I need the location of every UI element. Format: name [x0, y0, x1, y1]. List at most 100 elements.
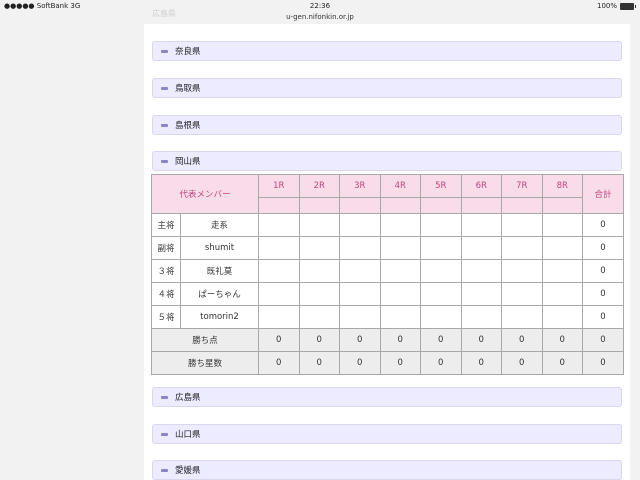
total-value: 0: [379, 351, 422, 375]
prefecture-label: 岡山県: [175, 157, 201, 167]
member-row: ５将 tomorin2 0: [151, 305, 625, 329]
status-bar: ●●●●● SoftBank 3G 22:36 100%: [0, 0, 640, 12]
collapse-icon: [161, 159, 168, 163]
member-header: 代表メンバー: [150, 174, 260, 214]
score-cell: [298, 236, 341, 260]
score-cell: [298, 213, 341, 237]
total-value: 0: [460, 328, 503, 352]
member-role: 副将: [151, 236, 181, 260]
score-cell: [339, 213, 381, 237]
member-name: ぱーちゃん: [179, 282, 260, 306]
total-value: 0: [501, 351, 543, 375]
score-cell: [379, 259, 422, 283]
member-role: ３将: [151, 259, 181, 283]
member-total: 0: [582, 213, 625, 237]
battery-percent: 100%: [596, 2, 617, 10]
score-cell: [339, 282, 381, 306]
member-rows: 主将 走系 0 副将 shumit 0 ３将 既礼莫 0 ４将 ぱーちゃん 0 ５将 tomorin2 0: [151, 213, 625, 329]
score-cell: [339, 305, 381, 329]
score-cell: [379, 236, 422, 260]
score-cell: [501, 236, 543, 260]
score-cell: [258, 236, 300, 260]
prefecture-item-shimane[interactable]: 島根県: [152, 115, 622, 135]
collapse-icon: [161, 468, 168, 472]
member-name: 走系: [179, 213, 260, 237]
round-header: 5R: [420, 174, 462, 198]
prefecture-item-okayama[interactable]: 岡山県: [152, 151, 622, 171]
round-subheader: [501, 197, 543, 214]
round-header: 8R: [541, 174, 584, 198]
score-cell: [541, 213, 584, 237]
round-subheader: [258, 197, 300, 214]
round-header: 7R: [501, 174, 543, 198]
member-name: shumit: [179, 236, 260, 260]
round-subheader: [541, 197, 584, 214]
round-subheader: [420, 197, 462, 214]
member-total: 0: [582, 236, 625, 260]
collapse-icon: [161, 49, 168, 53]
total-value: 0: [298, 328, 341, 352]
score-cell: [298, 282, 341, 306]
member-role: ５将: [151, 305, 181, 329]
prefecture-item-faded: 広島県: [152, 9, 176, 18]
member-total: 0: [582, 305, 625, 329]
member-row: 主将 走系 0: [151, 213, 625, 237]
score-cell: [501, 213, 543, 237]
score-cell: [339, 259, 381, 283]
total-value: 0: [420, 351, 462, 375]
battery-status: 100%: [596, 0, 636, 12]
total-rows: 勝ち点 0 0 0 0 0 0 0 0 0 勝ち星数 0 0 0 0 0 0 0 0 0: [150, 328, 625, 375]
score-cell: [541, 305, 584, 329]
total-label: 勝ち点: [150, 328, 260, 352]
total-value: 0: [339, 351, 381, 375]
round-header: 6R: [460, 174, 503, 198]
total-header: 合計: [582, 174, 625, 214]
grand-total: 0: [582, 351, 625, 375]
prefecture-item-yamaguchi[interactable]: 山口県: [152, 424, 622, 444]
score-cell: [460, 305, 503, 329]
score-cell: [460, 259, 503, 283]
prefecture-label: 鳥取県: [175, 84, 201, 94]
score-cell: [460, 282, 503, 306]
round-header: 2R: [298, 174, 341, 198]
member-row: ３将 既礼莫 0: [151, 259, 625, 283]
round-subheader: [298, 197, 341, 214]
round-subheader: [460, 197, 503, 214]
member-role: ４将: [151, 282, 181, 306]
prefecture-item-nara[interactable]: 奈良県: [152, 41, 622, 61]
score-cell: [501, 282, 543, 306]
total-value: 0: [339, 328, 381, 352]
grand-total: 0: [582, 328, 625, 352]
score-cell: [298, 259, 341, 283]
prefecture-item-tottori[interactable]: 鳥取県: [152, 78, 622, 98]
round-header: 4R: [379, 174, 422, 198]
score-cell: [298, 305, 341, 329]
total-row: 勝ち点 0 0 0 0 0 0 0 0 0: [150, 328, 625, 352]
score-cell: [258, 282, 300, 306]
score-cell: [420, 213, 462, 237]
collapse-icon: [161, 432, 168, 436]
member-row: 副将 shumit 0: [151, 236, 625, 260]
url-bar[interactable]: u-gen.nifonkin.or.jp: [0, 12, 640, 23]
total-value: 0: [541, 351, 584, 375]
score-cell: [420, 282, 462, 306]
score-table: 代表メンバー 1R 2R 3R 4R 5R 6R 7R 8R 合計 主将 走系 0 副…: [150, 174, 625, 375]
member-total: 0: [582, 259, 625, 283]
prefecture-label: 島根県: [175, 121, 201, 131]
total-label: 勝ち星数: [150, 351, 260, 375]
total-value: 0: [298, 351, 341, 375]
total-value: 0: [258, 351, 300, 375]
score-cell: [258, 213, 300, 237]
member-name: 既礼莫: [179, 259, 260, 283]
score-cell: [379, 282, 422, 306]
total-value: 0: [379, 328, 422, 352]
prefecture-item-ehime[interactable]: 愛媛県: [152, 460, 622, 480]
collapse-icon: [161, 86, 168, 90]
member-role: 主将: [151, 213, 181, 237]
score-cell: [541, 259, 584, 283]
battery-icon: [620, 2, 636, 10]
prefecture-label: 愛媛県: [175, 466, 201, 476]
collapse-icon: [161, 395, 168, 399]
prefecture-item-hiroshima[interactable]: 広島県: [152, 387, 622, 407]
score-cell: [339, 236, 381, 260]
